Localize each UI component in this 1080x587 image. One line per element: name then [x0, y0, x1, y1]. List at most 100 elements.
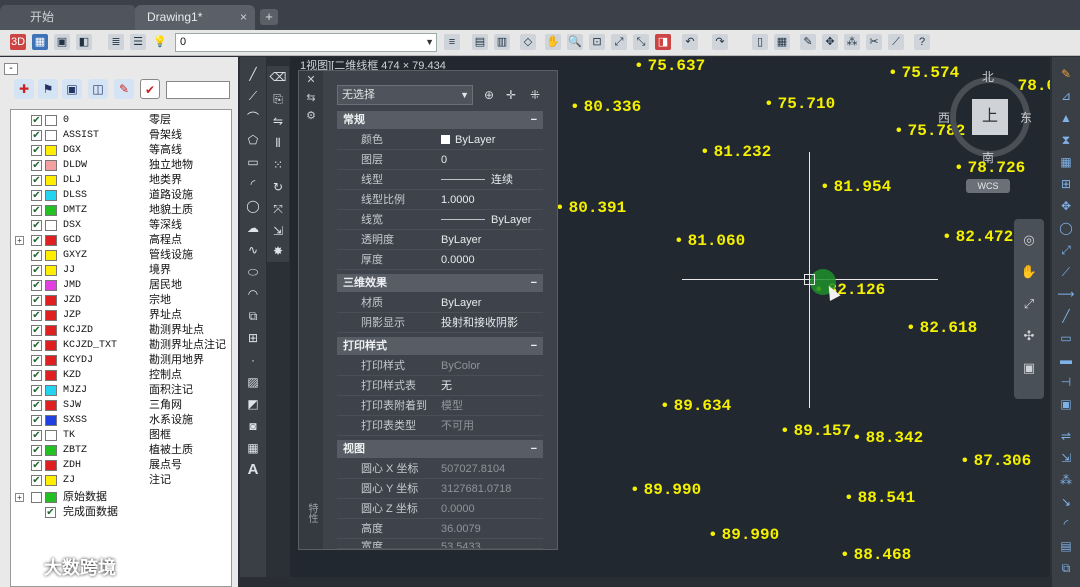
expand-icon[interactable]: + — [15, 236, 24, 245]
layer-on-checkbox[interactable]: ✔ — [31, 475, 42, 486]
layer-color-swatch[interactable] — [45, 145, 57, 156]
command-line[interactable] — [240, 577, 1052, 587]
list-item[interactable]: ✔ JZD 宗地 — [11, 293, 231, 308]
property-row[interactable]: 透明度 ByLayer — [337, 230, 543, 250]
layer-on-checkbox[interactable]: ✔ — [31, 325, 42, 336]
checkmark-icon[interactable]: ✔ — [140, 79, 160, 99]
layer-color-swatch[interactable] — [45, 325, 57, 336]
layer-on-checkbox[interactable]: ✔ — [31, 310, 42, 321]
list-item[interactable]: ✔ TK 图框 — [11, 428, 231, 443]
circle2-icon[interactable]: ◯ — [1057, 219, 1075, 237]
layer-combo[interactable]: 0 ▼ — [175, 33, 437, 52]
layer-on-checkbox[interactable]: ✔ — [31, 415, 42, 426]
layer-on-checkbox[interactable]: ✔ — [31, 265, 42, 276]
palette-settings-icon[interactable]: ⚙ — [304, 109, 318, 122]
mirror2-icon[interactable]: ⧗ — [1057, 131, 1075, 149]
layer-color-swatch[interactable] — [45, 295, 57, 306]
property-row[interactable]: 打印表附着到 模型 — [337, 396, 543, 416]
scale2-icon[interactable]: ⤢ — [1057, 241, 1075, 259]
erase-icon[interactable]: ◇ — [520, 34, 536, 50]
compass-north[interactable]: 北 — [982, 68, 994, 85]
insert-block-icon[interactable]: ⧉ — [244, 307, 262, 325]
gradient-icon[interactable]: ◩ — [244, 395, 262, 413]
list-item[interactable]: ✔ ZJ 注记 — [11, 473, 231, 488]
property-row[interactable]: 高度 36.0079 — [337, 519, 543, 539]
layer-color-swatch[interactable] — [45, 310, 57, 321]
list-item[interactable]: ✔ DSX 等深线 — [11, 218, 231, 233]
list-item[interactable]: ✔ DMTZ 地貌土质 — [11, 203, 231, 218]
list-item[interactable]: ✔ JZP 界址点 — [11, 308, 231, 323]
layer-on-checkbox[interactable]: ✔ — [31, 385, 42, 396]
zoom-prev-icon[interactable]: ⤡ — [633, 34, 649, 50]
list-item[interactable]: ✔ ZBTZ 植被土质 — [11, 443, 231, 458]
triangle-icon[interactable]: ▲ — [1057, 109, 1075, 127]
orbit-icon[interactable]: ✣ — [1020, 327, 1038, 345]
layer-on-checkbox[interactable]: ✔ — [31, 130, 42, 141]
layer-color-swatch[interactable] — [45, 370, 57, 381]
open-icon[interactable]: ▤ — [472, 34, 488, 50]
measure-icon[interactable]: ⊿ — [1057, 87, 1075, 105]
list-item[interactable]: ✔ KCYDJ 勘测用地界 — [11, 353, 231, 368]
layer-color-swatch[interactable] — [45, 340, 57, 351]
property-row[interactable]: 圆心 Z 坐标 0.0000 — [337, 499, 543, 519]
list-item[interactable]: ✔ DLSS 道路设施 — [11, 188, 231, 203]
property-row[interactable]: 打印样式 ByColor — [337, 356, 543, 376]
tab-start[interactable]: 开始 — [0, 5, 136, 30]
offset-icon[interactable]: ⫴ — [269, 134, 287, 152]
grid-icon[interactable]: ▦ — [1057, 153, 1075, 171]
list-item[interactable]: ✔ DLDW 独立地物 — [11, 158, 231, 173]
layer-color-swatch[interactable] — [45, 205, 57, 216]
scale-icon[interactable]: ⤧ — [269, 200, 287, 218]
hatch-icon[interactable]: ▨ — [244, 373, 262, 391]
layer-filter-icon[interactable]: ⚑ — [38, 79, 58, 99]
join-icon[interactable]: ▭ — [1057, 329, 1075, 347]
print-icon[interactable]: ▥ — [494, 34, 510, 50]
section-general[interactable]: 常规 − — [337, 111, 543, 129]
make-block-icon[interactable]: ⊞ — [244, 329, 262, 347]
list-item[interactable]: ✔ 完成面数据 — [11, 505, 231, 520]
extend2-icon[interactable]: ⟶ — [1057, 285, 1075, 303]
copy2-icon[interactable]: ⎘ — [269, 90, 287, 108]
viewcube-top-face[interactable]: 上 — [972, 99, 1008, 135]
property-row[interactable]: 材质 ByLayer — [337, 293, 543, 313]
group-checkbox[interactable]: ✔ — [45, 507, 56, 518]
section-plot-style[interactable]: 打印样式 − — [337, 337, 543, 355]
polygon-icon[interactable]: ⬠ — [244, 131, 262, 149]
view-icon[interactable]: ▦ — [32, 34, 48, 50]
break-icon[interactable]: ╱ — [1057, 307, 1075, 325]
property-row[interactable]: 打印样式表 无 — [337, 376, 543, 396]
insert2-icon[interactable]: ⧉ — [1057, 559, 1075, 577]
wcs-menu[interactable]: WCS — [966, 179, 1010, 193]
compass-south[interactable]: 南 — [982, 149, 994, 166]
list-item[interactable]: ✔ ASSIST 骨架线 — [11, 128, 231, 143]
rotate-icon[interactable]: ↻ — [269, 178, 287, 196]
dim2-icon[interactable]: ⇲ — [1057, 449, 1075, 467]
layer-group-icon[interactable]: ▣ — [62, 79, 82, 99]
list-item[interactable]: ✔ KCJZD 勘测界址点 — [11, 323, 231, 338]
close-icon[interactable]: ✕ — [304, 73, 318, 86]
layer-match-icon[interactable]: ≣ — [108, 34, 124, 50]
help-icon[interactable]: ? — [914, 34, 930, 50]
property-row[interactable]: 圆心 Y 坐标 3127681.0718 — [337, 479, 543, 499]
layer-on-checkbox[interactable]: ✔ — [31, 115, 42, 126]
layer-on-checkbox[interactable]: ✔ — [31, 400, 42, 411]
section-view[interactable]: 视图 − — [337, 440, 543, 458]
layer-color-swatch[interactable] — [45, 460, 57, 471]
layer-color-swatch[interactable] — [45, 415, 57, 426]
property-row[interactable]: 图层 0 — [337, 150, 543, 170]
layer-on-checkbox[interactable]: ✔ — [31, 295, 42, 306]
zoom-extent-icon[interactable]: ⤢ — [611, 34, 627, 50]
layer-on-checkbox[interactable]: ✔ — [31, 355, 42, 366]
ellipse-arc-icon[interactable]: ◠ — [244, 285, 262, 303]
layer-on-checkbox[interactable]: ✔ — [31, 205, 42, 216]
group-color-swatch[interactable] — [45, 492, 57, 503]
layer-on-checkbox[interactable]: ✔ — [31, 445, 42, 456]
layer-on-checkbox[interactable]: ✔ — [31, 370, 42, 381]
array-icon[interactable]: ⁙ — [269, 156, 287, 174]
property-row[interactable]: 线宽 ByLayer — [337, 210, 543, 230]
layer-color-swatch[interactable] — [45, 190, 57, 201]
layer-color-swatch[interactable] — [45, 430, 57, 441]
cloud-icon[interactable]: ☁ — [244, 219, 262, 237]
layer-color-swatch[interactable] — [45, 175, 57, 186]
layer-delete-icon[interactable]: ◫ — [88, 79, 108, 99]
